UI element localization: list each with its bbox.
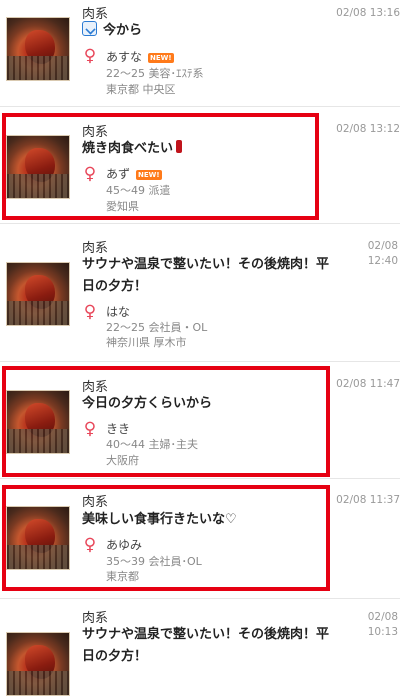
post-item[interactable]: 肉系 焼き肉食べたい 02/08 13:12 ♀ あず NEW! 45～49 派遣… bbox=[0, 107, 400, 224]
post-item[interactable]: 肉系 美味しい食事行きたいな♡ 02/08 11:37 ♀ あゆみ 35～39 … bbox=[0, 479, 400, 599]
user-location: 愛知県 bbox=[106, 200, 139, 213]
post-time-clock: 10:13 bbox=[367, 626, 398, 638]
post-time-clock: 12:40 bbox=[367, 255, 398, 267]
post-thumbnail[interactable] bbox=[6, 135, 70, 199]
post-title-text: 焼き肉食べたい bbox=[82, 141, 174, 156]
user-name-text: あすな bbox=[106, 50, 143, 64]
post-thumbnail[interactable] bbox=[6, 506, 70, 570]
post-time-date: 02/08 bbox=[367, 611, 398, 623]
post-category: 肉系 bbox=[82, 495, 109, 510]
user-name[interactable]: はな bbox=[106, 303, 130, 320]
post-item[interactable]: 肉系 サウナや温泉で整いたい！その後焼肉！平日の夕方！ 02/08 12:40 … bbox=[0, 224, 400, 362]
post-thumbnail[interactable] bbox=[6, 390, 70, 454]
user-name-text: はな bbox=[106, 305, 131, 319]
female-icon: ♀ bbox=[83, 419, 97, 439]
user-name[interactable]: あゆみ bbox=[106, 536, 142, 553]
female-icon: ♀ bbox=[83, 535, 97, 555]
user-name[interactable]: あず NEW! bbox=[106, 165, 162, 182]
user-age-job: 40～44 主婦･主夫 bbox=[106, 438, 198, 451]
post-time: 02/08 11:37 bbox=[336, 494, 400, 506]
user-age-job: 22～25 美容･ｴｽﾃ系 bbox=[106, 67, 204, 80]
user-name[interactable]: きき bbox=[106, 420, 130, 437]
new-badge: NEW! bbox=[148, 52, 174, 63]
user-name-text: あゆみ bbox=[106, 538, 143, 552]
post-thumbnail[interactable] bbox=[6, 632, 70, 696]
square-check-icon bbox=[82, 21, 97, 36]
user-age-job: 22～25 会社員・OL bbox=[106, 321, 208, 334]
post-title[interactable]: サウナや温泉で整いたい！その後焼肉！平日の夕方！ bbox=[82, 254, 332, 298]
mobile-phone-icon bbox=[176, 140, 183, 153]
post-item[interactable]: 肉系 サウナや温泉で整いたい！その後焼肉！平日の夕方！ 02/08 10:13 bbox=[0, 599, 400, 696]
post-thumbnail[interactable] bbox=[6, 17, 70, 81]
female-icon: ♀ bbox=[83, 302, 97, 322]
post-time: 02/08 11:47 bbox=[336, 378, 400, 390]
user-name[interactable]: あすな NEW! bbox=[106, 48, 174, 65]
post-title-text: 今から bbox=[103, 23, 143, 38]
post-thumbnail[interactable] bbox=[6, 262, 70, 326]
female-icon: ♀ bbox=[83, 164, 97, 184]
post-time: 02/08 13:12 bbox=[336, 123, 400, 135]
user-location: 東京都 中央区 bbox=[106, 83, 176, 96]
female-icon: ♀ bbox=[83, 46, 97, 66]
user-name-text: あず bbox=[106, 167, 131, 181]
post-title[interactable]: 美味しい食事行きたいな♡ bbox=[82, 509, 237, 531]
post-title[interactable]: 今から bbox=[82, 20, 142, 42]
user-name-text: きき bbox=[106, 422, 131, 436]
post-time-date: 02/08 bbox=[367, 240, 398, 252]
post-list: 肉系 今から 02/08 13:16 ♀ あすな NEW! 22～25 美容･ｴｽ… bbox=[0, 0, 400, 696]
user-age-job: 45～49 派遣 bbox=[106, 184, 171, 197]
post-time: 02/08 13:16 bbox=[336, 7, 400, 19]
user-location: 神奈川県 厚木市 bbox=[106, 336, 187, 349]
user-age-job: 35～39 会社員･OL bbox=[106, 555, 202, 568]
post-title[interactable]: 今日の夕方くらいから bbox=[82, 393, 212, 415]
post-title[interactable]: サウナや温泉で整いたい！その後焼肉！平日の夕方！ bbox=[82, 624, 332, 668]
post-item[interactable]: 肉系 今から 02/08 13:16 ♀ あすな NEW! 22～25 美容･ｴｽ… bbox=[0, 0, 400, 107]
user-location: 東京都 bbox=[106, 570, 139, 583]
post-title[interactable]: 焼き肉食べたい bbox=[82, 138, 183, 160]
user-location: 大阪府 bbox=[106, 454, 139, 467]
post-item[interactable]: 肉系 今日の夕方くらいから 02/08 11:47 ♀ きき 40～44 主婦･… bbox=[0, 362, 400, 479]
new-badge: NEW! bbox=[136, 169, 162, 180]
